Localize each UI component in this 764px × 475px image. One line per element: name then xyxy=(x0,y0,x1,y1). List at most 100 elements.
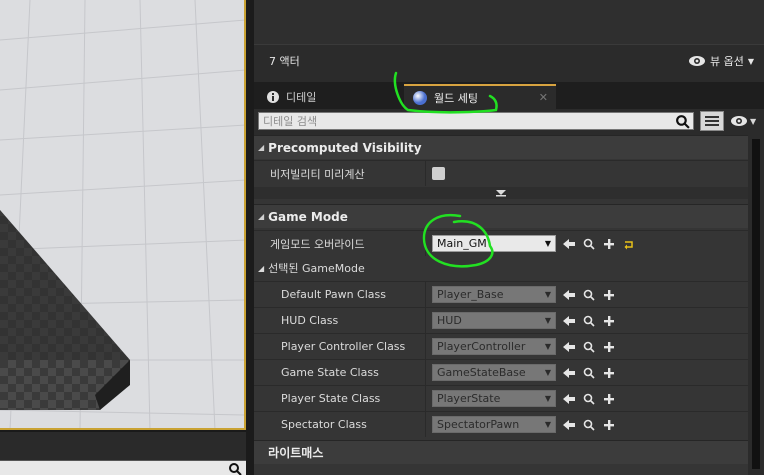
tab-world-settings[interactable]: 월드 세팅 ✕ xyxy=(404,84,556,109)
property-label: Player State Class xyxy=(254,386,426,411)
class-combo[interactable]: SpectatorPawn ▼ xyxy=(432,416,556,433)
tab-details-label: 디테일 xyxy=(286,90,317,104)
property-row: 비저빌리티 미리계산 xyxy=(254,160,748,186)
search-icon[interactable] xyxy=(582,366,596,380)
property-row: HUD Class HUD ▼ xyxy=(254,307,748,333)
search-icon[interactable] xyxy=(582,340,596,354)
chevron-down-icon: ▼ xyxy=(750,116,757,126)
property-label: HUD Class xyxy=(254,308,426,333)
view-options-label: 뷰 옵션 xyxy=(709,55,744,68)
precompute-visibility-checkbox[interactable] xyxy=(432,167,445,180)
chevron-down-icon xyxy=(496,190,506,197)
chevron-down-icon: ▼ xyxy=(544,316,551,325)
arrow-left-icon[interactable] xyxy=(562,418,576,432)
plus-icon[interactable] xyxy=(602,237,616,251)
eye-icon xyxy=(731,116,747,126)
panel-splitter[interactable] xyxy=(246,0,254,475)
property-row: Default Pawn Class Player_Base ▼ xyxy=(254,281,748,307)
combo-value: Main_GM xyxy=(437,237,487,250)
chevron-down-icon: ▼ xyxy=(544,368,551,377)
arrow-left-icon[interactable] xyxy=(562,392,576,406)
tab-details[interactable]: 디테일 xyxy=(258,84,398,109)
combo-value: PlayerController xyxy=(437,340,526,353)
chevron-down-icon: ▼ xyxy=(544,420,551,429)
chevron-down-icon: ▼ xyxy=(544,239,551,248)
scrollbar-thumb[interactable] xyxy=(752,139,760,469)
details-tab-strip: 디테일 월드 세팅 ✕ xyxy=(254,82,764,109)
combo-value: SpectatorPawn xyxy=(437,418,520,431)
chevron-down-icon: ▼ xyxy=(544,290,551,299)
search-icon[interactable] xyxy=(582,314,596,328)
globe-icon xyxy=(413,90,427,105)
property-label: 게임모드 오버라이드 xyxy=(254,231,426,256)
info-icon xyxy=(267,90,279,103)
search-icon[interactable] xyxy=(582,288,596,302)
property-row: Game State Class GameStateBase ▼ xyxy=(254,359,748,385)
category-title: Precomputed Visibility xyxy=(268,140,422,155)
plus-icon[interactable] xyxy=(602,340,616,354)
property-label: Game State Class xyxy=(254,360,426,385)
class-combo[interactable]: Player_Base ▼ xyxy=(432,286,556,303)
combo-value: GameStateBase xyxy=(437,366,526,379)
category-title: Game Mode xyxy=(268,209,348,224)
chevron-down-icon: ▼ xyxy=(544,394,551,403)
class-combo[interactable]: PlayerController ▼ xyxy=(432,338,556,355)
arrow-left-icon[interactable] xyxy=(562,340,576,354)
world-outliner-list[interactable] xyxy=(254,0,764,45)
search-icon[interactable] xyxy=(582,418,596,432)
chevron-down-icon: ▼ xyxy=(747,56,754,66)
category-lightmass[interactable]: ◢ 라이트매스 xyxy=(254,440,748,464)
reset-icon[interactable] xyxy=(622,237,636,251)
category-precomputed-visibility[interactable]: ◢ Precomputed Visibility xyxy=(254,135,748,159)
arrow-left-icon[interactable] xyxy=(562,237,576,251)
details-search xyxy=(258,112,694,130)
sub-header-label: 선택된 GameMode xyxy=(268,262,365,275)
property-row-gamemode-override: 게임모드 오버라이드 Main_GM ▼ xyxy=(254,230,748,256)
list-view-button[interactable] xyxy=(700,111,724,131)
property-row: Spectator Class SpectatorPawn ▼ xyxy=(254,411,748,437)
property-row: Player State Class PlayerState ▼ xyxy=(254,385,748,411)
collapse-icon: ◢ xyxy=(258,143,265,152)
class-combo[interactable]: HUD ▼ xyxy=(432,312,556,329)
property-row: Player Controller Class PlayerController ▼ xyxy=(254,333,748,359)
actor-count: 7 액터 xyxy=(269,55,300,68)
tab-world-settings-label: 월드 세팅 xyxy=(434,91,478,105)
plus-icon[interactable] xyxy=(602,314,616,328)
advanced-expander[interactable] xyxy=(254,187,748,199)
viewport-search-field[interactable] xyxy=(0,460,246,475)
property-label: Player Controller Class xyxy=(254,334,426,359)
plus-icon[interactable] xyxy=(602,288,616,302)
search-icon[interactable] xyxy=(675,114,690,129)
combo-value: Player_Base xyxy=(437,288,504,301)
details-scrollbar[interactable] xyxy=(748,135,764,475)
collapse-icon: ◢ xyxy=(258,212,265,221)
property-view-options-button[interactable]: ▼ xyxy=(730,115,756,127)
arrow-left-icon[interactable] xyxy=(562,366,576,380)
category-game-mode[interactable]: ◢ Game Mode xyxy=(254,204,748,228)
details-search-input[interactable] xyxy=(259,113,693,129)
plus-icon[interactable] xyxy=(602,366,616,380)
property-label: Spectator Class xyxy=(254,412,426,437)
search-icon[interactable] xyxy=(228,462,242,475)
plus-icon[interactable] xyxy=(602,392,616,406)
view-options-button[interactable]: 뷰 옵션 ▼ xyxy=(688,53,754,69)
category-title: 라이트매스 xyxy=(268,446,324,460)
level-viewport[interactable] xyxy=(0,0,246,430)
arrow-left-icon[interactable] xyxy=(562,314,576,328)
chevron-down-icon: ▼ xyxy=(544,342,551,351)
class-combo[interactable]: GameStateBase ▼ xyxy=(432,364,556,381)
selected-gamemode-header[interactable]: ◢ 선택된 GameMode xyxy=(254,257,748,279)
right-panel: 7 액터 뷰 옵션 ▼ 디테일 월드 세팅 ✕ 디테일 검색 ▼ ◢ Preco… xyxy=(254,0,764,475)
close-icon[interactable]: ✕ xyxy=(539,91,548,104)
combo-value: PlayerState xyxy=(437,392,501,405)
arrow-left-icon[interactable] xyxy=(562,288,576,302)
gamemode-override-combo[interactable]: Main_GM ▼ xyxy=(432,235,556,252)
viewport-scene xyxy=(0,0,244,428)
class-combo[interactable]: PlayerState ▼ xyxy=(432,390,556,407)
outliner-footer: 7 액터 뷰 옵션 ▼ xyxy=(254,46,764,76)
plus-icon[interactable] xyxy=(602,418,616,432)
details-search-row: ▼ xyxy=(254,109,764,133)
search-icon[interactable] xyxy=(582,392,596,406)
search-icon[interactable] xyxy=(582,237,596,251)
eye-icon xyxy=(688,56,705,66)
